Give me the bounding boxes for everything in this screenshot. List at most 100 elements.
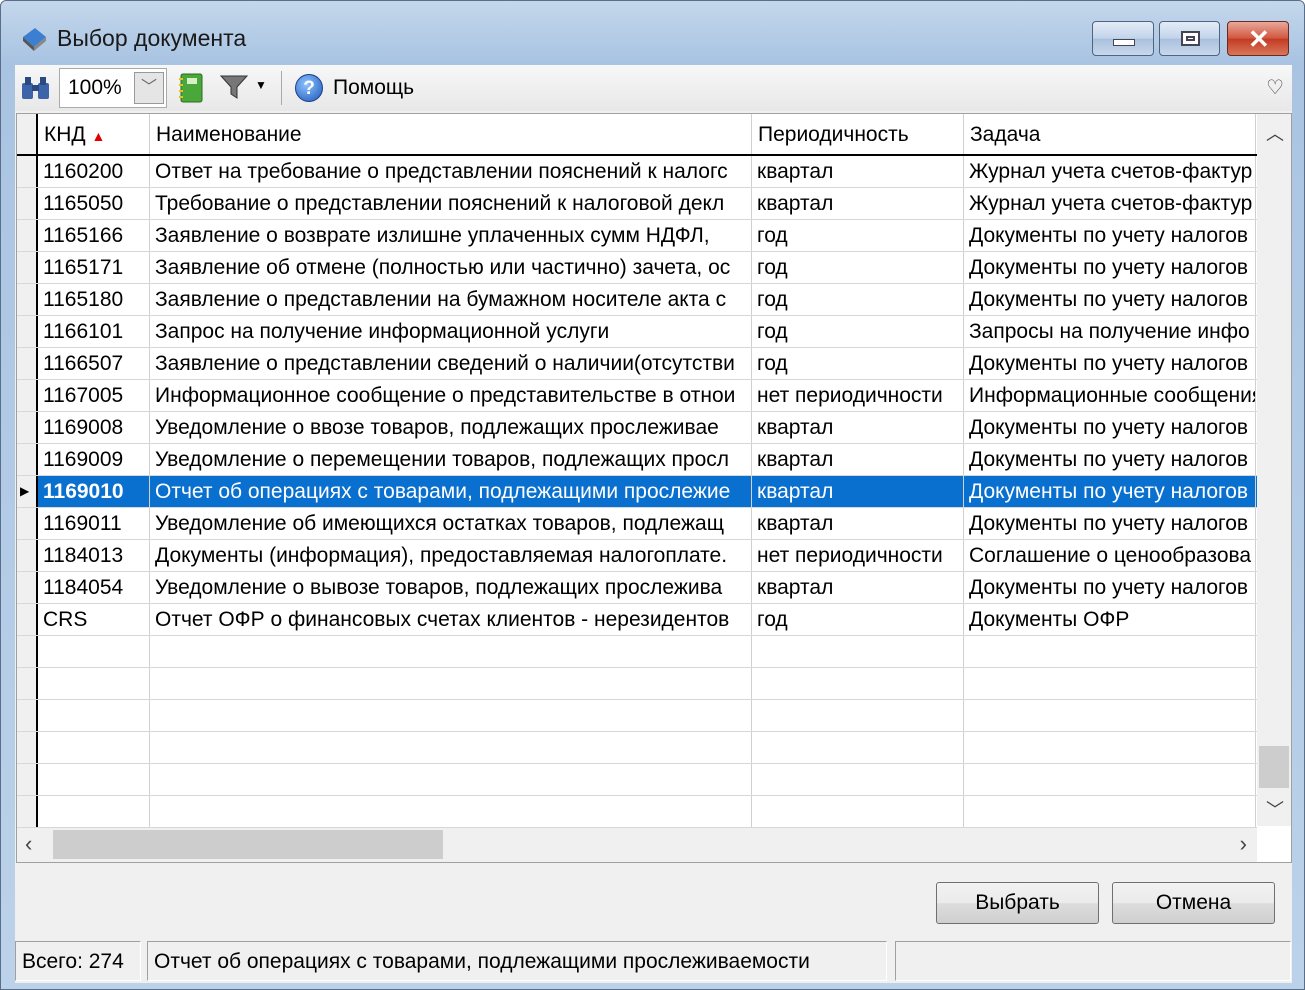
table-row[interactable]: 1169008 Уведомление о ввозе товаров, подл… xyxy=(17,412,1257,444)
cell-task xyxy=(964,636,1256,667)
cell-period xyxy=(752,700,964,731)
cell-period: год xyxy=(752,220,964,251)
find-binoculars-icon[interactable] xyxy=(20,75,52,101)
table-row[interactable]: 1165166 Заявление о возврате излишне упла… xyxy=(17,220,1257,252)
row-header[interactable] xyxy=(17,572,38,603)
notebook-icon[interactable] xyxy=(178,73,204,103)
maximize-button[interactable] xyxy=(1159,21,1220,56)
row-header[interactable] xyxy=(17,220,38,251)
row-header[interactable] xyxy=(17,316,38,347)
filter-dropdown-button[interactable]: ▼ xyxy=(219,73,271,103)
cell-knd xyxy=(38,668,150,699)
select-button[interactable]: Выбрать xyxy=(936,882,1099,924)
help-button[interactable]: ? Помощь xyxy=(295,73,414,103)
table-row[interactable]: 1160200 Ответ на требование о представлен… xyxy=(17,156,1257,188)
horizontal-scroll-thumb[interactable] xyxy=(53,830,443,859)
scroll-left-icon[interactable]: ‹ xyxy=(25,831,32,857)
cancel-button[interactable]: Отмена xyxy=(1112,882,1275,924)
empty-row xyxy=(17,764,1257,796)
row-header[interactable] xyxy=(17,188,38,219)
cell-period: квартал xyxy=(752,476,964,507)
cell-period: нет периодичности xyxy=(752,380,964,411)
empty-row xyxy=(17,732,1257,764)
table-row[interactable]: 1169009 Уведомление о перемещении товаров… xyxy=(17,444,1257,476)
column-header-knd[interactable]: КНД ▲ xyxy=(38,114,150,154)
close-button[interactable]: ✕ xyxy=(1227,21,1289,56)
cell-name xyxy=(150,636,752,667)
row-header[interactable] xyxy=(17,348,38,379)
cell-task xyxy=(964,732,1256,763)
cell-name xyxy=(150,796,752,827)
row-header[interactable] xyxy=(17,540,38,571)
table-row[interactable]: ▶ 1169010 Отчет об операциях с товарами, п… xyxy=(17,476,1257,508)
row-header[interactable] xyxy=(17,252,38,283)
row-header[interactable] xyxy=(17,604,38,635)
cell-task: Документы по учету налогов xyxy=(964,572,1256,603)
row-header[interactable] xyxy=(17,732,38,763)
column-header-task[interactable]: Задача xyxy=(964,114,1256,154)
cell-task: Документы ОФР xyxy=(964,604,1256,635)
cell-name: Уведомление об имеющихся остатках товаро… xyxy=(150,508,752,539)
vertical-scrollbar[interactable]: ︿ ﹀ xyxy=(1257,114,1291,826)
scroll-up-icon[interactable]: ︿ xyxy=(1266,120,1284,146)
row-header[interactable] xyxy=(17,412,38,443)
table-row[interactable]: 1165050 Требование о представлении поясне… xyxy=(17,188,1257,220)
table-row[interactable]: 1169011 Уведомление об имеющихся остатках… xyxy=(17,508,1257,540)
cell-knd: 1169009 xyxy=(38,444,150,475)
cell-name xyxy=(150,764,752,795)
row-header[interactable] xyxy=(17,668,38,699)
table-row[interactable]: 1165171 Заявление об отмене (полностью ил… xyxy=(17,252,1257,284)
row-header[interactable] xyxy=(17,636,38,667)
table-row[interactable]: 1184054 Уведомление о вывозе товаров, под… xyxy=(17,572,1257,604)
zoom-combobox[interactable]: 100% ﹀ xyxy=(59,68,167,108)
cell-period: квартал xyxy=(752,508,964,539)
cell-period xyxy=(752,636,964,667)
row-header[interactable] xyxy=(17,380,38,411)
cell-knd: 1167005 xyxy=(38,380,150,411)
minimize-button[interactable] xyxy=(1092,21,1154,56)
chevron-down-icon[interactable]: ﹀ xyxy=(134,72,164,104)
scroll-right-icon[interactable]: › xyxy=(1240,831,1247,857)
row-header[interactable] xyxy=(17,700,38,731)
table-row[interactable]: 1165180 Заявление о представлении на бума… xyxy=(17,284,1257,316)
cell-task: Информационные сообщения xyxy=(964,380,1256,411)
minimize-icon xyxy=(1113,39,1135,46)
row-header[interactable] xyxy=(17,156,38,187)
documents-grid[interactable]: КНД ▲ Наименование Периодичность Задача … xyxy=(16,113,1292,863)
toolbar-overflow-icon[interactable]: ♡ xyxy=(1266,75,1284,100)
cell-knd: 1184054 xyxy=(38,572,150,603)
row-header[interactable] xyxy=(17,284,38,315)
cell-period: год xyxy=(752,284,964,315)
grid-header: КНД ▲ Наименование Периодичность Задача xyxy=(17,114,1257,156)
horizontal-scrollbar[interactable]: ‹ › xyxy=(17,828,1257,862)
table-row[interactable]: 1167005 Информационное сообщение о предст… xyxy=(17,380,1257,412)
cell-task xyxy=(964,700,1256,731)
cell-name: Отчет ОФР о финансовых счетах клиентов -… xyxy=(150,604,752,635)
cell-knd: 1184013 xyxy=(38,540,150,571)
cell-period: квартал xyxy=(752,188,964,219)
table-row[interactable]: 1166507 Заявление о представлении сведени… xyxy=(17,348,1257,380)
row-header[interactable] xyxy=(17,444,38,475)
column-label: КНД xyxy=(44,123,86,146)
filter-funnel-icon xyxy=(219,75,249,99)
row-header[interactable] xyxy=(17,796,38,827)
cell-knd: 1165050 xyxy=(38,188,150,219)
sort-ascending-icon: ▲ xyxy=(91,128,106,144)
cell-task: Документы по учету налогов xyxy=(964,476,1256,507)
scroll-down-icon[interactable]: ﹀ xyxy=(1266,796,1284,822)
row-header[interactable] xyxy=(17,764,38,795)
table-row[interactable]: 1184013 Документы (информация), предостав… xyxy=(17,540,1257,572)
cell-task xyxy=(964,668,1256,699)
grid-rows: 1160200 Ответ на требование о представлен… xyxy=(17,156,1257,828)
table-row[interactable]: CRS Отчет ОФР о финансовых счетах клиенто… xyxy=(17,604,1257,636)
empty-row xyxy=(17,636,1257,668)
cell-period: год xyxy=(752,316,964,347)
row-header[interactable] xyxy=(17,508,38,539)
table-row[interactable]: 1166101 Запрос на получение информационно… xyxy=(17,316,1257,348)
cell-name xyxy=(150,732,752,763)
window-title: Выбор документа xyxy=(57,25,247,51)
vertical-scroll-thumb[interactable] xyxy=(1259,746,1289,788)
row-header[interactable]: ▶ xyxy=(17,476,38,507)
column-header-name[interactable]: Наименование xyxy=(150,114,752,154)
column-header-period[interactable]: Периодичность xyxy=(752,114,964,154)
